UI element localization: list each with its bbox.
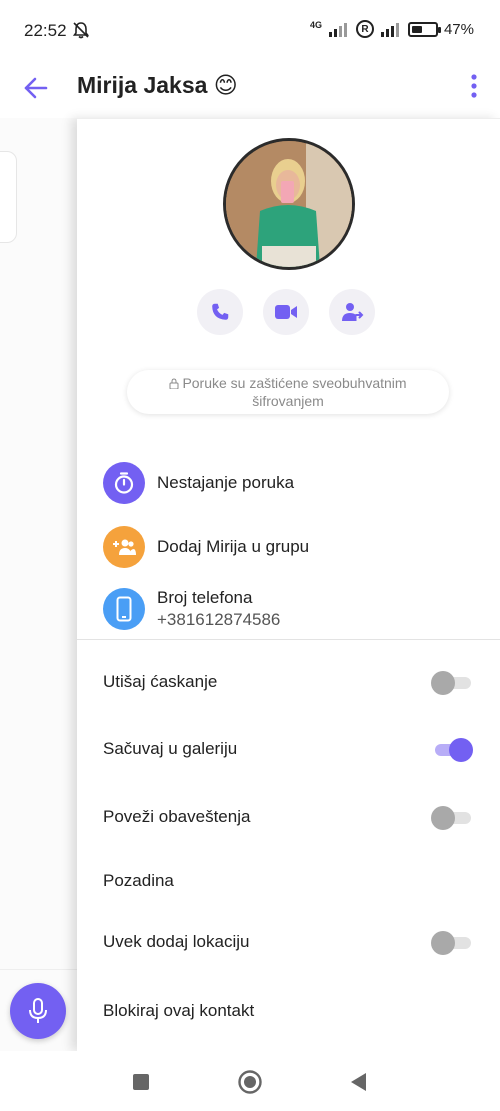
contact-actions [197,289,375,335]
background-setting[interactable]: Pozadina [103,861,473,901]
save-to-gallery-label: Sačuvaj u galeriju [103,739,238,758]
group-add-icon [103,526,145,568]
recents-icon[interactable] [128,1069,154,1095]
add-person-icon [342,303,364,321]
arrow-left-icon[interactable] [22,74,50,102]
voice-message-button[interactable] [10,983,66,1039]
call-button[interactable] [197,289,243,335]
timer-icon [103,462,145,504]
phone-number-label: Broj telefona [157,588,253,607]
phone-number-item[interactable]: Broj telefona +381612874586 [103,588,280,630]
network-type: 4G [309,20,322,30]
mute-chat-setting[interactable]: Utišaj ćaskanje [103,662,473,702]
back-nav-icon[interactable] [346,1069,372,1095]
message-bubble [0,151,17,243]
save-to-gallery-toggle[interactable] [431,737,473,762]
encryption-text-line1: Poruke su zaštićene sveobuhvatnim [182,375,407,391]
microphone-icon [29,998,47,1023]
bell-muted-icon [72,22,90,39]
status-bar: 22:52 4G R 47% [0,0,500,62]
disappearing-messages-label: Nestajanje poruka [157,473,295,492]
phone-device-icon [103,588,145,630]
add-to-group-label: Dodaj Mirija u grupu [157,537,310,556]
block-contact-setting[interactable]: Blokiraj ovaj kontakt [103,991,473,1031]
phone-icon [212,303,229,320]
background-label: Pozadina [103,871,174,890]
app-header: Mirija Jaksa 😊 [0,62,500,118]
chat-info-panel: Poruke su zaštićene sveobuhvatnim šifrov… [77,118,500,1051]
contact-name: Mirija Jaksa 😊 [77,72,238,98]
disappearing-messages-item[interactable]: Nestajanje poruka [103,462,294,504]
home-icon[interactable] [237,1069,263,1095]
add-to-group-item[interactable]: Dodaj Mirija u grupu [103,526,309,568]
block-contact-label: Blokiraj ovaj kontakt [103,1001,255,1020]
encryption-notice[interactable]: Poruke su zaštićene sveobuhvatnim šifrov… [127,370,449,414]
system-nav-bar [0,1051,500,1111]
chat-background [0,118,77,1051]
always-add-location-toggle[interactable] [431,930,473,955]
phone-number-value: +381612874586 [157,610,281,629]
profile-photo [226,141,352,267]
more-vertical-icon[interactable] [468,71,480,101]
always-add-location-setting[interactable]: Uvek dodaj lokaciju [103,922,473,962]
always-add-location-label: Uvek dodaj lokaciju [103,932,250,951]
divider [0,969,77,970]
battery-percent: 47% [443,20,474,38]
avatar[interactable] [223,138,355,270]
encryption-text-line2: šifrovanjem [252,393,324,409]
signal-icon [380,23,399,37]
video-icon [275,305,297,319]
section-divider [77,639,500,640]
share-contact-button[interactable] [329,289,375,335]
connect-notifications-label: Poveži obaveštenja [103,807,251,826]
signal-icon [328,23,347,37]
mute-chat-toggle[interactable] [431,670,473,695]
connect-notifications-setting[interactable]: Poveži obaveštenja [103,797,473,837]
connect-notifications-toggle[interactable] [431,805,473,830]
battery-icon [407,21,441,37]
battery-level [411,25,423,33]
lock-icon [169,378,179,389]
video-call-button[interactable] [263,289,309,335]
roaming-icon: R [355,20,374,38]
mute-chat-label: Utišaj ćaskanje [103,672,218,691]
save-to-gallery-setting[interactable]: Sačuvaj u galeriju [103,729,473,769]
status-time: 22:52 [24,21,67,40]
